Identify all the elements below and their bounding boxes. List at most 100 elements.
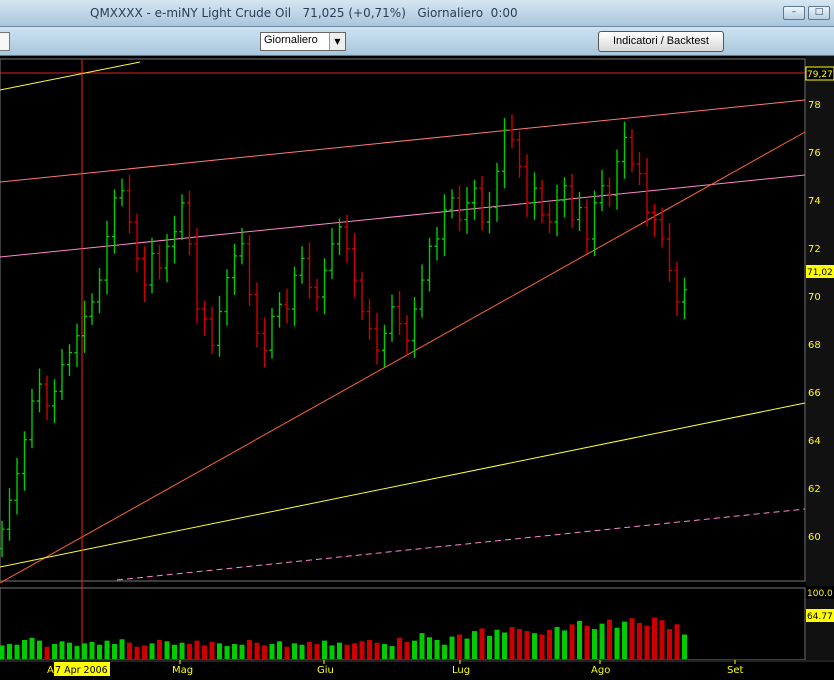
volume-bar (187, 644, 192, 659)
volume-bar (374, 642, 380, 659)
volume-bar (449, 636, 455, 659)
period-select[interactable]: Giornaliero ▼ (260, 32, 346, 51)
minimize-button[interactable]: – (783, 6, 805, 20)
volume-bar (14, 644, 20, 659)
volume-bar (7, 644, 12, 659)
volume-bar (44, 646, 50, 659)
volume-bar (637, 622, 642, 659)
volume-bar (284, 646, 290, 659)
volume-bar (367, 639, 372, 659)
volume-bar (104, 640, 110, 659)
indicators-backtest-button[interactable]: Indicatori / Backtest (598, 31, 724, 52)
volume-bar (277, 641, 282, 659)
price-tick-label: 64 (808, 436, 821, 447)
volume-bar (389, 646, 395, 659)
time-axis-area (0, 660, 834, 680)
volume-top-label: 100.0 (807, 589, 833, 599)
chart-toolbar: Giornaliero ▼ Indicatori / Backtest (0, 27, 834, 56)
volume-bar (67, 642, 72, 659)
volume-bar (652, 617, 657, 659)
volume-bar (614, 627, 620, 659)
volume-bar (269, 644, 275, 659)
price-tick-label: 62 (808, 484, 821, 495)
volume-bar (532, 633, 537, 659)
time-tick-label: Giu (317, 665, 334, 676)
volume-bar (344, 644, 350, 659)
volume-bar (562, 630, 567, 659)
volume-bar (322, 640, 327, 659)
price-tick-label: 72 (808, 244, 821, 255)
volume-bar (569, 624, 575, 659)
time-tick-label: Ago (591, 665, 610, 676)
volume-bar (674, 624, 680, 659)
volume-bar (29, 637, 35, 659)
volume-bar (247, 639, 252, 659)
volume-bar (682, 634, 687, 659)
volume-bar (112, 644, 117, 659)
volume-bar (157, 639, 162, 659)
price-tick-label: 70 (808, 292, 821, 303)
volume-bar (359, 641, 365, 659)
maximize-button[interactable]: □ (808, 6, 830, 20)
volume-bar (74, 646, 80, 659)
volume-bar (592, 629, 597, 659)
time-tick-label: Lug (452, 665, 470, 676)
volume-bar (554, 627, 560, 659)
volume-bar (224, 646, 230, 659)
time-tick-label: Mag (172, 665, 193, 676)
price-tick-label: 74 (808, 196, 821, 207)
volume-bar (509, 627, 515, 659)
volume-bar (599, 623, 605, 659)
volume-bar (464, 638, 470, 659)
volume-bar (142, 645, 147, 659)
left-dropdown-stub[interactable] (0, 32, 10, 51)
time-axis-edge-letter: A (47, 665, 54, 676)
chevron-down-icon[interactable]: ▼ (329, 33, 345, 50)
volume-bar (487, 635, 492, 659)
volume-bar (397, 637, 402, 659)
price-tick-label: 78 (808, 100, 821, 111)
volume-bar (119, 639, 125, 659)
window-titlebar: QMXXXX - e-miNY Light Crude Oil 71,025 (… (0, 0, 834, 27)
volume-bar (59, 641, 65, 659)
volume-bar (644, 625, 650, 659)
volume-bar (262, 645, 267, 659)
price-tick-label: 60 (808, 532, 821, 543)
volume-bar (0, 645, 5, 659)
volume-bar (232, 644, 237, 659)
volume-bar (172, 644, 177, 659)
volume-bar (607, 619, 612, 659)
price-tick-label: 68 (808, 340, 821, 351)
volume-bar (149, 643, 155, 659)
last-price-label: 71,02 (807, 268, 833, 278)
volume-bar (179, 642, 185, 659)
price-panel[interactable] (0, 58, 806, 582)
volume-last-label: 64.77 (807, 612, 833, 622)
volume-bar (479, 628, 485, 659)
volume-bar (254, 642, 260, 659)
volume-bar (629, 618, 635, 659)
volume-bar (584, 625, 590, 659)
volume-bar (502, 632, 507, 659)
window-title: QMXXXX - e-miNY Light Crude Oil 71,025 (… (90, 6, 518, 20)
price-chart[interactable]: 60 62 64 66 68 70 72 74 76 78 79,27 71,0… (0, 56, 834, 680)
volume-bar (547, 629, 552, 659)
cursor-date-label: 7 Apr 2006 (55, 665, 108, 676)
volume-bar (524, 631, 530, 659)
volume-bar (622, 621, 627, 659)
volume-bar (329, 645, 335, 659)
volume-bar (292, 643, 297, 659)
volume-bar (97, 644, 102, 659)
volume-bar (37, 640, 42, 659)
volume-bar (517, 629, 522, 659)
volume-bar (457, 634, 462, 659)
top-line-price-label: 79,27 (807, 70, 833, 80)
volume-bar (382, 644, 387, 659)
volume-bar (164, 641, 170, 659)
time-tick-label: Set (727, 665, 744, 676)
volume-bar (239, 644, 245, 659)
period-select-value: Giornaliero (264, 34, 318, 46)
volume-bar (539, 634, 545, 659)
volume-bar (352, 643, 357, 659)
volume-bar (194, 640, 200, 659)
